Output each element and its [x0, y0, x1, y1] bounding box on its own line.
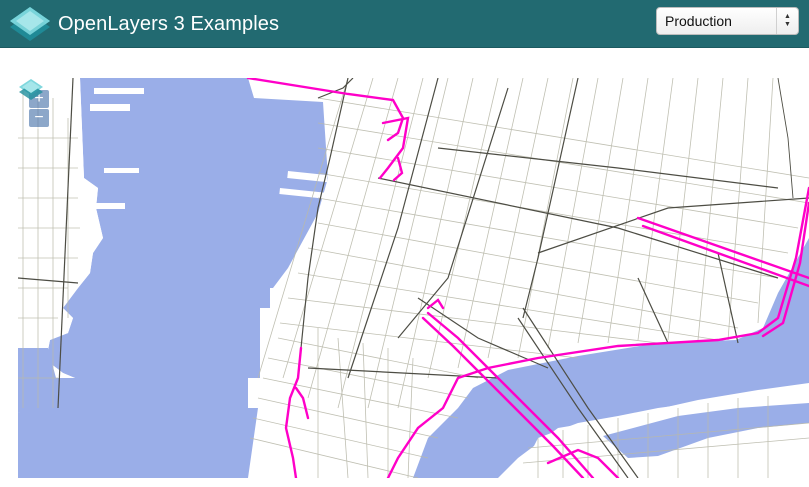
build-mode-value: Production — [665, 13, 732, 29]
build-mode-select[interactable]: Production ▲ ▼ — [656, 7, 799, 35]
map-canvas[interactable] — [18, 78, 809, 478]
brand[interactable]: OpenLayers 3 Examples — [8, 5, 279, 43]
select-arrows-icon: ▲ ▼ — [776, 8, 798, 34]
zoom-out-button[interactable]: − — [29, 109, 49, 127]
openlayers-logo-icon — [10, 7, 50, 41]
app-title: OpenLayers 3 Examples — [58, 12, 280, 35]
openlayers-attribution-icon[interactable] — [18, 78, 44, 102]
top-navbar: OpenLayers 3 Examples Production ▲ ▼ — [0, 0, 809, 48]
map-viewport[interactable]: + − — [18, 78, 809, 478]
